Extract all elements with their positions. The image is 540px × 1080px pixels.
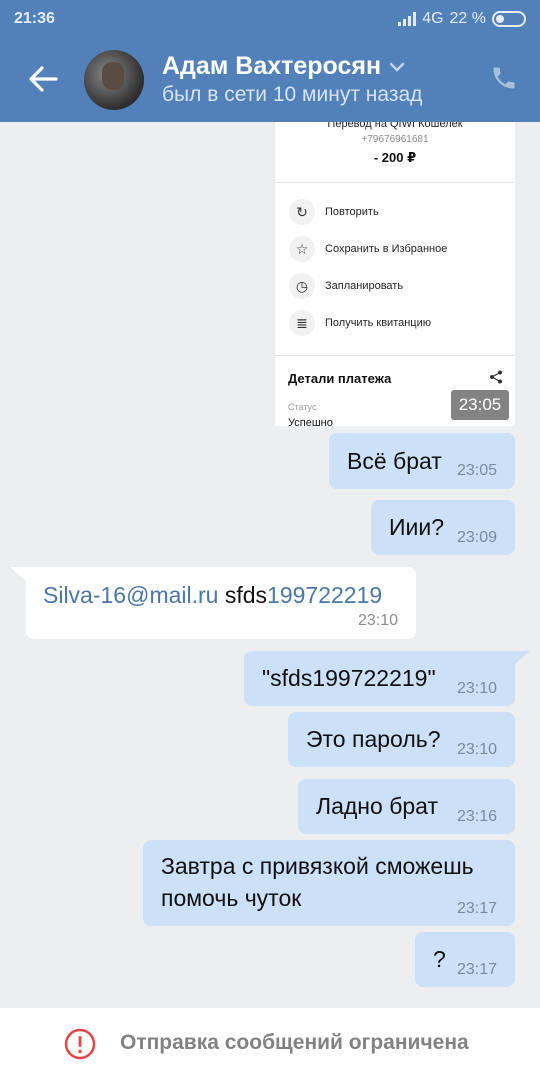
status-indicators: 4G 22 % [398,10,526,28]
receipt-icon: ≣ [289,310,315,336]
message-bubble[interactable]: Всё брат 23:05 [329,433,515,489]
message-text: Завтра с привязкой сможешь помочь чуток [161,850,474,914]
bubble-tail [10,567,26,581]
action-label: Сохранить в Избранное [325,243,448,255]
payment-receipt-image[interactable]: Перевод на QIWI Кошелек +79676961681 - 2… [275,122,515,426]
message-text: Всё брат [347,448,442,474]
contact-name-label: Адам Вахтеросян [162,52,382,80]
repeat-icon: ↻ [289,199,315,225]
image-timestamp: 23:05 [451,390,509,420]
message-text: Это пароль? [306,726,441,752]
message-bubble[interactable]: Иии? 23:09 [371,500,515,555]
payment-details-title: Детали платежа [288,371,392,386]
chevron-down-icon [389,62,405,72]
message-text: "sfds199722219" [262,665,436,691]
action-repeat: ↻ Повторить [289,198,379,226]
message-text: Silva-16@mail.ru sfds199722219 [43,578,382,612]
status-time: 21:36 [14,10,55,27]
action-favorite: ☆ Сохранить в Избранное [289,235,447,263]
back-arrow-icon[interactable] [26,62,60,96]
payment-status-label: Статус [288,402,317,412]
divider [275,355,515,356]
message-bubble[interactable]: Это пароль? 23:10 [288,712,515,767]
network-type: 4G [422,10,444,27]
contact-avatar[interactable] [84,50,144,110]
warning-icon [64,1028,96,1060]
message-bubble[interactable]: Завтра с привязкой сможешь помочь чуток … [143,840,515,926]
message-time: 23:05 [456,462,497,479]
message-line: Завтра с привязкой сможешь [161,853,474,879]
message-time: 23:09 [456,529,497,546]
signal-icon [398,12,417,26]
message-line: помочь чуток [161,885,302,911]
message-time: 23:10 [456,680,497,697]
share-icon [490,370,502,384]
message-text: Иии? [389,514,445,540]
action-label: Получить квитанцию [325,317,432,329]
last-seen-status: был в сети 10 минут назад [162,83,423,106]
message-bubble[interactable]: ? 23:17 [415,932,515,987]
star-icon: ☆ [289,236,315,262]
message-bubble[interactable]: Silva-16@mail.ru sfds199722219 23:10 [26,567,416,639]
restricted-message: Отправка сообщений ограничена [120,1031,469,1054]
action-receipt: ≣ Получить квитанцию [289,309,431,337]
battery-percent: 22 % [449,10,486,27]
contact-name[interactable]: Адам Вахтеросян [162,52,405,81]
phone-call-icon[interactable] [490,64,518,92]
message-time: 23:17 [456,961,497,978]
message-text: Ладно брат [316,793,438,819]
bubble-tail [514,651,530,665]
action-label: Запланировать [325,280,404,292]
action-schedule: ◷ Запланировать [289,272,403,300]
payment-amount: - 200 ₽ [373,150,417,165]
message-time: 23:10 [456,741,497,758]
message-plain-text: sfds [218,582,268,608]
divider [275,182,515,183]
battery-icon [492,11,526,27]
message-text: ? [433,946,446,972]
payment-status-value: Успешно [288,417,333,426]
action-label: Повторить [325,206,379,218]
status-bar: 21:36 4G 22 % [0,0,540,38]
email-link[interactable]: Silva-16@mail.ru [43,582,218,608]
message-time: 23:17 [456,900,497,917]
message-bubble[interactable]: Ладно брат 23:16 [298,779,515,834]
payment-title: Перевод на QIWI Кошелек [327,122,463,130]
number-link[interactable]: 199722219 [267,582,382,608]
message-time: 23:10 [357,612,398,629]
message-bubble[interactable]: "sfds199722219" 23:10 [244,651,515,706]
payment-phone: +79676961681 [361,134,429,145]
message-time: 23:16 [456,808,497,825]
clock-icon: ◷ [289,273,315,299]
chat-header: 21:36 4G 22 % Адам Вахтеросян был в сети… [0,0,540,122]
